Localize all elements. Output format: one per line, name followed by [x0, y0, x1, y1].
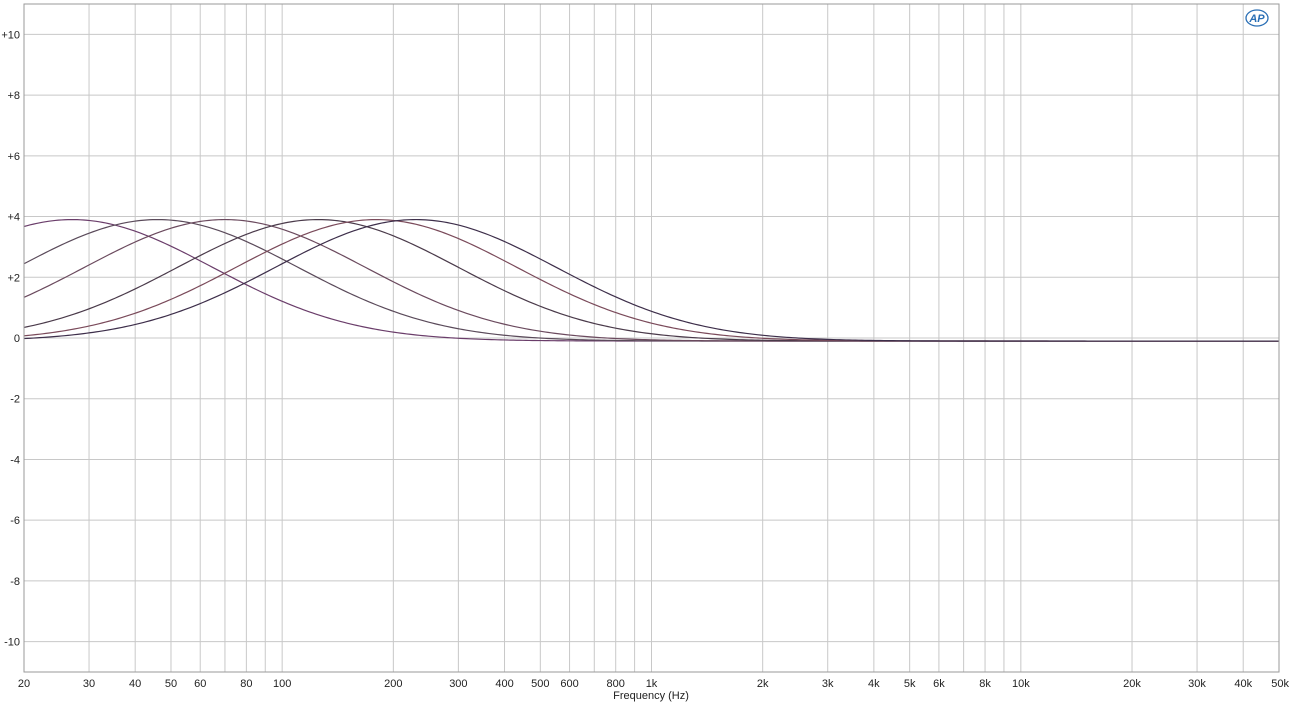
x-tick-label: 40 [129, 678, 141, 690]
x-tick-label: 600 [560, 678, 578, 690]
x-tick-labels: 20 30 40 50 60 80 100 200 300 400 500 600 800 1k 2k 3k 4… [18, 678, 1290, 690]
x-tick-label: 6k [933, 678, 945, 690]
frequency-response-chart: 20 30 40 50 60 80 100 200 300 400 500 600 800 1k 2k 3k 4… [0, 0, 1295, 705]
x-tick-label: 60 [194, 678, 206, 690]
y-tick-label: +4 [7, 212, 20, 224]
chart-svg: 20 30 40 50 60 80 100 200 300 400 500 600 800 1k 2k 3k 4… [1, 3, 1290, 702]
y-tick-label: -4 [10, 454, 20, 466]
x-tick-label: 20k [1123, 678, 1141, 690]
y-tick-label: +2 [7, 272, 20, 284]
x-axis-label: Frequency (Hz) [613, 690, 689, 702]
x-tick-label: 80 [240, 678, 252, 690]
x-tick-label: 400 [495, 678, 513, 690]
x-tick-label: 50k [1271, 678, 1289, 690]
x-tick-label: 10k [1012, 678, 1030, 690]
x-tick-label: 3k [822, 678, 834, 690]
x-tick-label: 2k [757, 678, 769, 690]
x-tick-label: 50 [165, 678, 177, 690]
x-tick-label: 20 [18, 678, 30, 690]
x-tick-label: 100 [273, 678, 291, 690]
x-tick-label: 800 [607, 678, 625, 690]
x-tick-label: 5k [904, 678, 916, 690]
y-tick-label: +8 [7, 90, 20, 102]
y-tick-label: +6 [7, 151, 20, 163]
x-tick-label: 4k [868, 678, 880, 690]
x-tick-label: 40k [1234, 678, 1252, 690]
y-tick-label: -2 [10, 394, 20, 406]
x-tick-label: 1k [646, 678, 658, 690]
x-tick-label: 200 [384, 678, 402, 690]
x-tick-label: 500 [531, 678, 549, 690]
x-tick-label: 30k [1188, 678, 1206, 690]
y-tick-label: +10 [1, 29, 20, 41]
y-tick-label: 0 [14, 333, 20, 345]
x-tick-label: 8k [979, 678, 991, 690]
y-tick-labels: +10 +8 +6 +4 +2 0 -2 -4 -6 -8 -10 [1, 29, 20, 648]
ap-logo-text: AP [1248, 13, 1265, 25]
x-tick-label: 300 [449, 678, 467, 690]
y-tick-label: -6 [10, 515, 20, 527]
y-tick-label: -8 [10, 576, 20, 588]
x-tick-label: 30 [83, 678, 95, 690]
y-tick-label: -10 [4, 637, 20, 649]
